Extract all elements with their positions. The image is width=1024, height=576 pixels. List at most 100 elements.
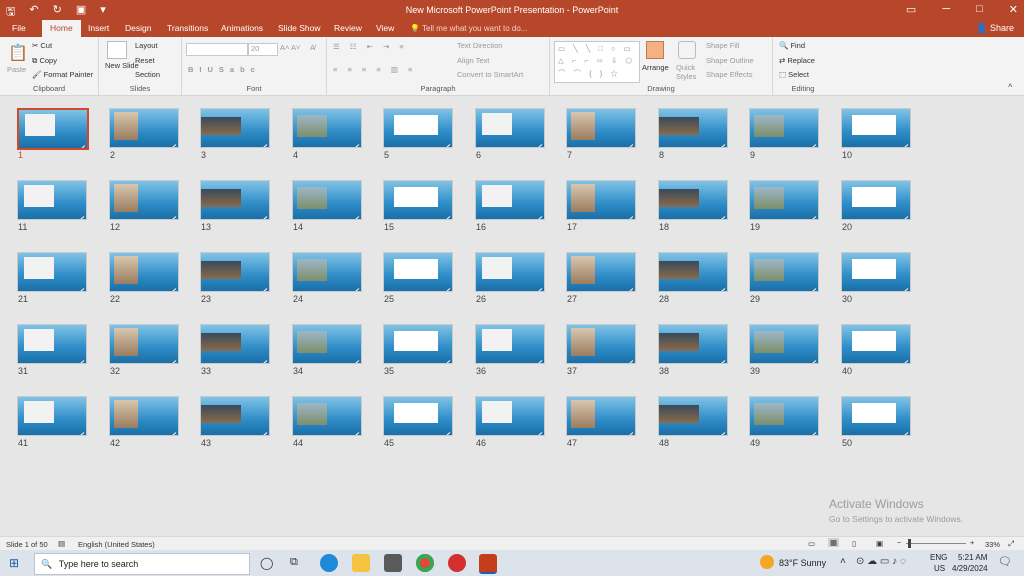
close-icon[interactable]: ✕ — [1009, 3, 1018, 16]
app-icon[interactable] — [448, 554, 466, 572]
format-painter-button[interactable]: 🖌 Format Painter — [32, 70, 93, 79]
weather-text[interactable]: 83°F Sunny — [779, 558, 826, 568]
slide-thumbnail[interactable] — [17, 108, 89, 150]
weather-sun-icon[interactable] — [760, 555, 774, 569]
slide-thumbnail[interactable] — [841, 324, 911, 364]
slide-thumbnail[interactable] — [383, 396, 453, 436]
align-text-button[interactable]: Align Text — [457, 56, 489, 65]
shape-fill-button[interactable]: Shape Fill — [706, 41, 739, 50]
slide-thumbnail[interactable] — [566, 396, 636, 436]
list-icons[interactable]: ☰ ☷ ⇤ ⇥ ≡ — [333, 42, 408, 51]
slide-thumbnail[interactable] — [841, 396, 911, 436]
clear-format-icon[interactable]: A̸ — [310, 43, 315, 52]
slide-thumbnail[interactable] — [841, 180, 911, 220]
cortana-icon[interactable]: ◯ — [260, 556, 273, 570]
text-direction-button[interactable]: Text Direction — [457, 41, 502, 50]
slide-thumbnail[interactable] — [566, 180, 636, 220]
slide-thumbnail[interactable] — [658, 252, 728, 292]
tab-transitions[interactable]: Transitions — [167, 23, 208, 33]
paste-icon[interactable]: 📋 — [8, 43, 28, 63]
taskbar-search[interactable]: 🔍 Type here to search — [34, 553, 250, 575]
zoom-in-icon[interactable]: + — [970, 538, 974, 547]
zoom-out-icon[interactable]: − — [897, 538, 901, 547]
align-icons[interactable]: ≡ ≡ ≡ ≡ ▥ ≡ — [333, 65, 416, 74]
tab-design[interactable]: Design — [125, 23, 151, 33]
notifications-icon[interactable]: 🗨 — [998, 555, 1012, 568]
copy-button[interactable]: ⧉ Copy — [32, 56, 57, 66]
normal-view-icon[interactable]: ▭ — [808, 539, 815, 548]
slide-thumbnail[interactable] — [17, 324, 87, 364]
input-region[interactable]: US — [934, 564, 945, 573]
slide-thumbnail[interactable] — [383, 108, 453, 148]
slide-thumbnail[interactable] — [109, 396, 179, 436]
slide-thumbnail[interactable] — [658, 324, 728, 364]
reset-button[interactable]: Reset — [135, 56, 155, 65]
slide-thumbnail[interactable] — [475, 108, 545, 148]
slide-thumbnail[interactable] — [475, 252, 545, 292]
font-style-icons[interactable]: BIUSabc — [188, 65, 261, 74]
replace-button[interactable]: ⇄ Replace — [779, 56, 815, 65]
tab-slide-show[interactable]: Slide Show — [278, 23, 321, 33]
mail-icon[interactable] — [384, 554, 402, 572]
slide-thumbnail[interactable] — [841, 252, 911, 292]
zoom-level[interactable]: 33% — [985, 540, 1000, 549]
ribbon-display-icon[interactable]: ▭ — [906, 3, 916, 16]
clock-time[interactable]: 5:21 AM — [958, 553, 987, 562]
slide-thumbnail[interactable] — [749, 396, 819, 436]
tab-view[interactable]: View — [376, 23, 394, 33]
collapse-ribbon-icon[interactable]: ˄ — [1008, 81, 1012, 90]
tab-file[interactable]: File — [12, 23, 26, 33]
tell-me-box[interactable]: 💡 Tell me what you want to do... — [410, 24, 527, 33]
zoom-slider-thumb[interactable] — [908, 539, 911, 548]
input-language[interactable]: ENG — [930, 553, 947, 562]
grow-font-icon[interactable]: A˄ A˅ — [280, 43, 300, 52]
font-name-combo[interactable] — [186, 43, 248, 56]
shape-outline-button[interactable]: Shape Outline — [706, 56, 754, 65]
slide-thumbnail[interactable] — [475, 324, 545, 364]
clock-date[interactable]: 4/29/2024 — [952, 564, 988, 573]
slide-thumbnail[interactable] — [109, 324, 179, 364]
quick-styles-button[interactable]: Quick Styles — [676, 63, 702, 81]
tab-animations[interactable]: Animations — [221, 23, 263, 33]
file-explorer-icon[interactable] — [352, 554, 370, 572]
slide-thumbnail[interactable] — [109, 252, 179, 292]
slide-thumbnail[interactable] — [200, 108, 270, 148]
paste-button[interactable]: Paste — [7, 65, 26, 74]
slide-thumbnail[interactable] — [200, 396, 270, 436]
slide-thumbnail[interactable] — [749, 180, 819, 220]
slide-thumbnail[interactable] — [566, 324, 636, 364]
slide-thumbnail[interactable] — [292, 252, 362, 292]
slide-thumbnail[interactable] — [109, 180, 179, 220]
select-button[interactable]: ⬚ Select — [779, 70, 809, 79]
slide-thumbnail[interactable] — [383, 252, 453, 292]
shape-effects-button[interactable]: Shape Effects — [706, 70, 753, 79]
slide-thumbnail[interactable] — [17, 180, 87, 220]
share-button[interactable]: 👤 Share — [976, 23, 1014, 34]
slide-thumbnail[interactable] — [383, 324, 453, 364]
chrome-icon[interactable] — [416, 554, 434, 572]
convert-smartart-button[interactable]: Convert to SmartArt — [457, 70, 523, 79]
slideshow-view-icon[interactable]: ▣ — [876, 539, 883, 548]
slide-thumbnail[interactable] — [566, 108, 636, 148]
task-view-icon[interactable]: ⧉ — [290, 556, 298, 569]
tab-home[interactable]: Home — [42, 20, 81, 37]
slide-thumbnail[interactable] — [292, 396, 362, 436]
slide-thumbnail[interactable] — [475, 396, 545, 436]
slide-thumbnail[interactable] — [841, 108, 911, 148]
slide-thumbnail[interactable] — [749, 252, 819, 292]
new-slide-icon[interactable] — [107, 41, 127, 59]
show-hidden-icons-icon[interactable]: ˄ — [840, 556, 846, 567]
windows-start-icon[interactable]: ⊞ — [9, 556, 19, 570]
slide-thumbnail[interactable] — [566, 252, 636, 292]
font-size-combo[interactable]: 20 — [248, 43, 278, 56]
maximize-icon[interactable]: □ — [976, 3, 983, 16]
slide-thumbnail[interactable] — [658, 396, 728, 436]
slide-thumbnail[interactable] — [658, 108, 728, 148]
slide-thumbnail[interactable] — [383, 180, 453, 220]
slide-thumbnail[interactable] — [200, 252, 270, 292]
minimize-icon[interactable]: ─ — [942, 3, 950, 16]
slide-thumbnail[interactable] — [109, 108, 179, 148]
slide-thumbnail[interactable] — [658, 180, 728, 220]
slide-thumbnail[interactable] — [17, 252, 87, 292]
slide-thumbnail[interactable] — [292, 108, 362, 148]
